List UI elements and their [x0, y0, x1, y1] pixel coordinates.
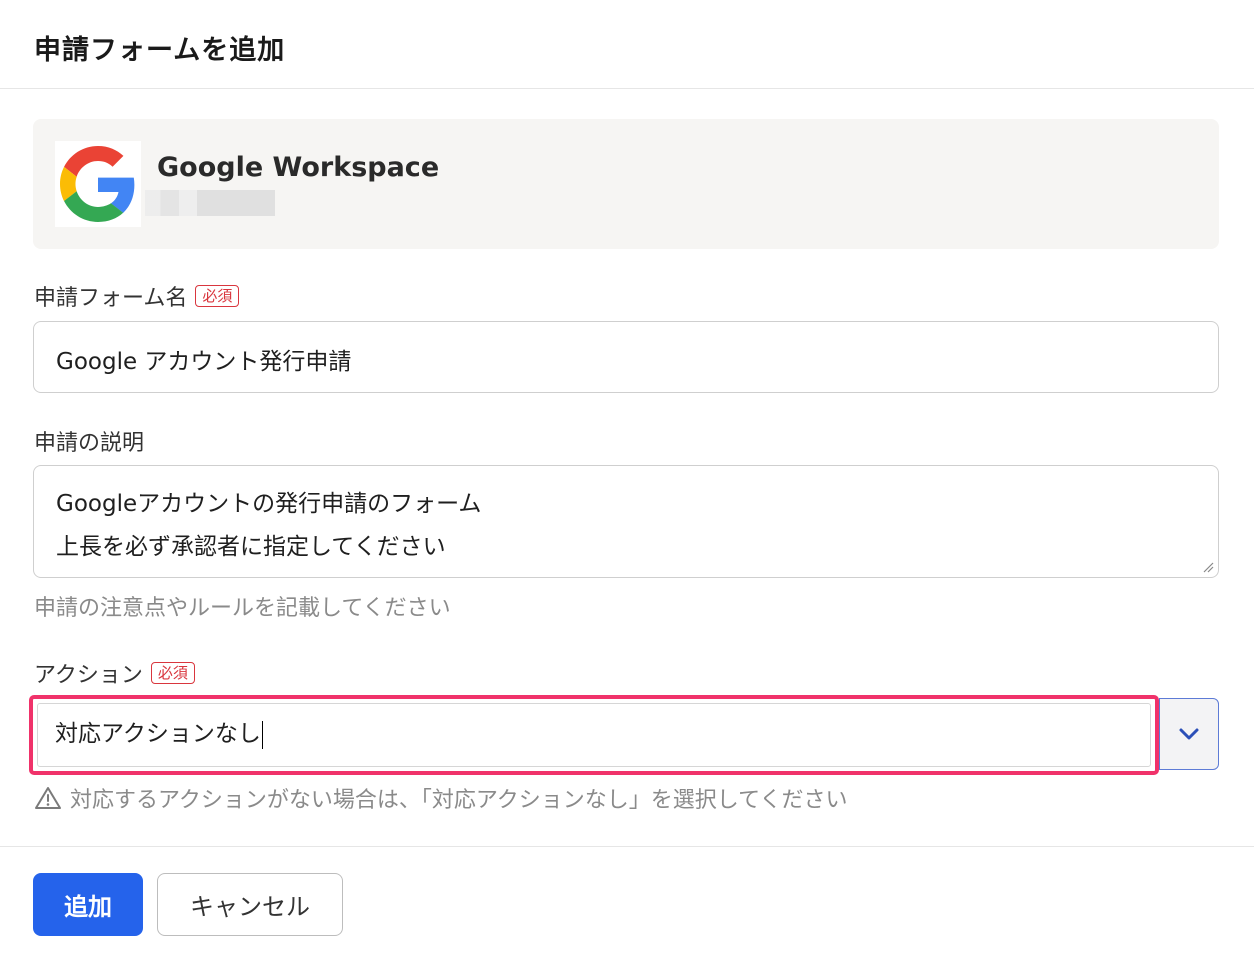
- description-line-1: Googleアカウントの発行申請のフォーム: [56, 491, 482, 517]
- action-warning: 対応するアクションがない場合は、「対応アクションなし」を選択してください: [34, 782, 847, 814]
- description-textarea[interactable]: Googleアカウントの発行申請のフォーム 上長を必ず承認者に指定してください: [33, 465, 1219, 578]
- text-cursor: [261, 720, 264, 749]
- app-card: Google Workspace: [33, 119, 1219, 249]
- action-label: アクション: [34, 663, 143, 688]
- dialog-title: 申請フォームを追加: [34, 35, 286, 66]
- required-badge: 必須: [150, 662, 195, 684]
- resize-grip-icon[interactable]: [1202, 561, 1214, 573]
- google-logo-icon: [55, 141, 141, 227]
- action-select-input[interactable]: 対応アクションなし: [29, 695, 1159, 775]
- form-name-label: 申請フォーム名: [34, 286, 188, 311]
- action-label-row: アクション 必須: [34, 657, 195, 689]
- action-dropdown-button[interactable]: [1159, 698, 1219, 770]
- chevron-down-icon: [1179, 728, 1199, 740]
- description-helper: 申請の注意点やルールを記載してください: [34, 596, 451, 621]
- required-badge: 必須: [195, 285, 240, 307]
- dialog-header: 申請フォームを追加: [0, 0, 1254, 89]
- action-warning-text: 対応するアクションがない場合は、「対応アクションなし」を選択してください: [70, 788, 848, 813]
- form-name-label-row: 申請フォーム名 必須: [34, 280, 240, 312]
- form-name-value: Google アカウント発行申請: [56, 349, 352, 375]
- form-name-input[interactable]: Google アカウント発行申請: [33, 321, 1219, 393]
- cancel-button[interactable]: キャンセル: [157, 873, 343, 936]
- footer-divider: [0, 846, 1254, 847]
- description-label-row: 申請の説明: [34, 425, 144, 457]
- action-select-value-row: 対応アクションなし: [55, 714, 264, 749]
- description-label: 申請の説明: [34, 431, 145, 456]
- app-name: Google Workspace: [157, 152, 440, 183]
- description-line-2: 上長を必ず承認者に指定してください: [56, 534, 446, 560]
- warning-icon: [35, 787, 61, 809]
- app-subtitle-blurred: [145, 190, 275, 216]
- add-button[interactable]: 追加: [33, 873, 143, 936]
- action-select-value: 対応アクションなし: [55, 721, 261, 747]
